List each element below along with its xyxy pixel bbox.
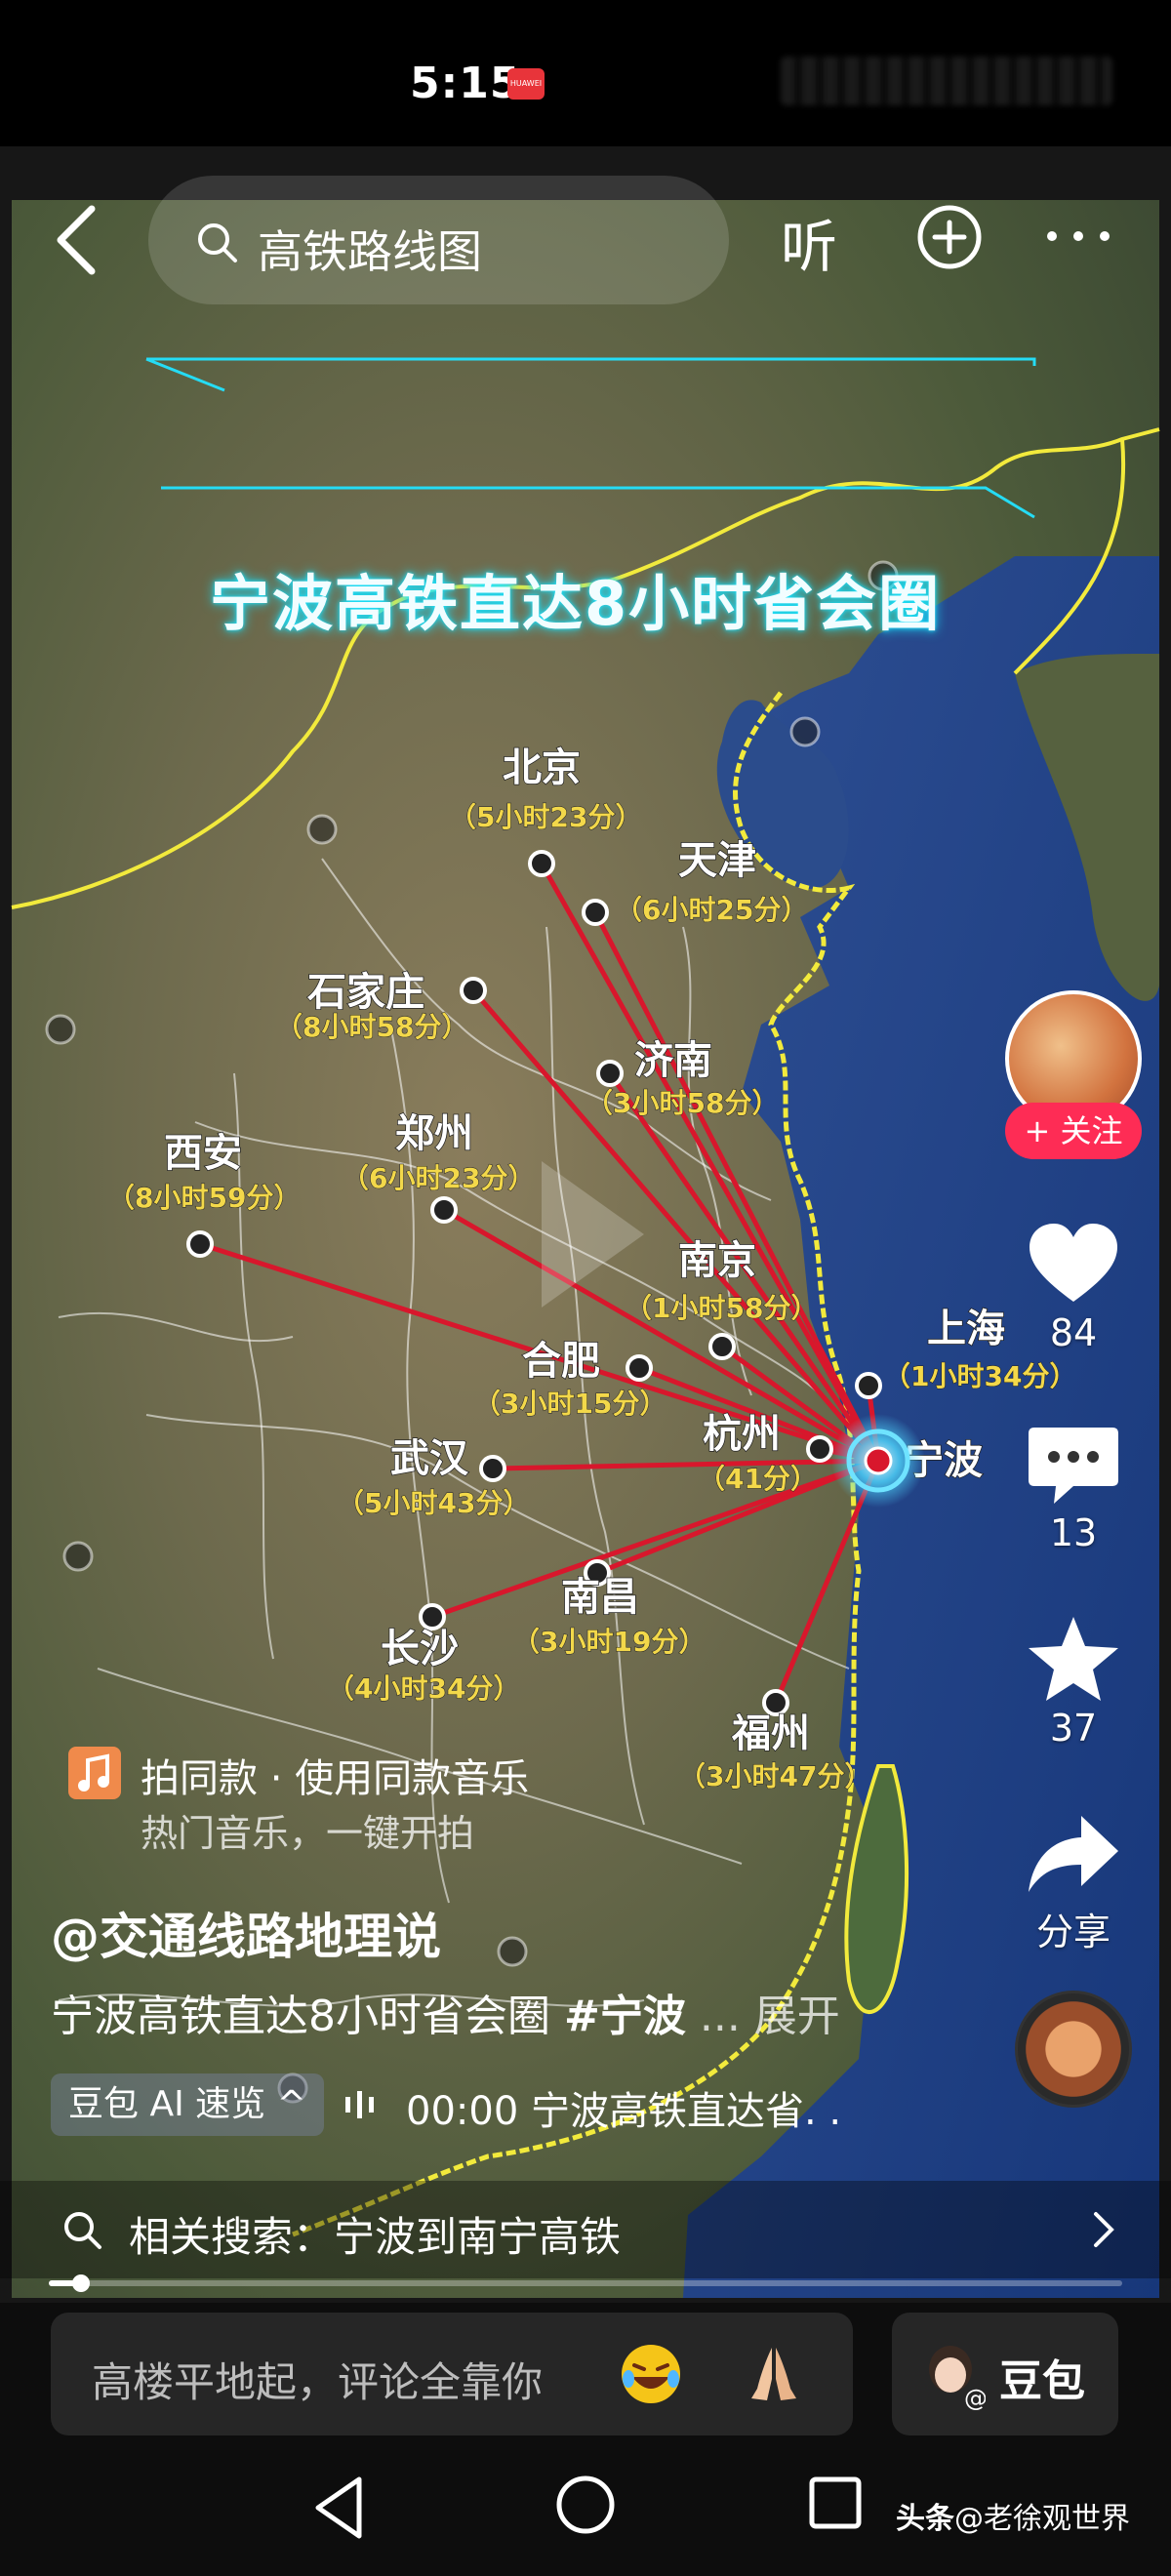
nav-back-icon[interactable] (310, 2474, 369, 2542)
city-name: 武汉 (390, 1436, 469, 1481)
city-marker (855, 1372, 882, 1399)
city-marker (708, 1333, 736, 1360)
comment-placeholder: 高楼平地起，评论全靠你 (92, 2358, 544, 2406)
bottom-area: 高楼平地起，评论全靠你 @ 豆包 头条@老徐观世界 (0, 2303, 1171, 2576)
city-marker (528, 850, 555, 877)
video-progress-bar[interactable] (49, 2274, 1122, 2292)
chevron-right-icon (1094, 2212, 1114, 2247)
progress-knob[interactable] (72, 2274, 90, 2292)
city-marker (460, 977, 487, 1004)
svg-text:@: @ (964, 2385, 986, 2410)
praying-hands-emoji-icon[interactable] (740, 2340, 808, 2408)
status-icons (781, 57, 1112, 105)
related-search-bar[interactable]: 相关搜索：宁波到南宁高铁 (0, 2181, 1171, 2278)
music-disc-icon[interactable] (1015, 1991, 1132, 2108)
comment-bubble-icon (1029, 1428, 1118, 1504)
laughing-emoji-icon[interactable] (617, 2340, 685, 2408)
city-marker (596, 1060, 624, 1087)
favorite-count: 37 (1049, 1707, 1098, 1750)
doubao-assistant-button[interactable]: @ 豆包 (892, 2313, 1118, 2435)
favorite-button[interactable]: 37 (995, 1615, 1151, 1750)
travel-time-label: （3小时58分） (586, 1087, 779, 1119)
heart-icon (1030, 1224, 1117, 1302)
travel-time-label: （41分） (698, 1463, 818, 1495)
city-name: 石家庄 (307, 970, 424, 1015)
same-music-title: 拍同款 · 使用同款音乐 (141, 1756, 530, 1801)
status-bar: 5:15 HUAWEI (0, 0, 1171, 146)
city-marker (626, 1354, 653, 1382)
comment-count: 13 (1049, 1511, 1098, 1554)
city-name: 上海 (927, 1307, 1005, 1351)
listen-button[interactable]: 听 (781, 201, 837, 283)
city-name: 南京 (678, 1238, 756, 1283)
back-arrow-icon[interactable] (49, 201, 107, 279)
city-marker (582, 899, 609, 926)
travel-time-label: （8小时59分） (107, 1182, 301, 1214)
author-name[interactable]: @交通线路地理说 (51, 1898, 441, 1968)
search-icon (198, 223, 237, 262)
comment-button[interactable]: 13 (995, 1420, 1151, 1554)
city-marker (479, 1455, 506, 1482)
travel-time-label: （3小时19分） (512, 1626, 706, 1658)
share-label: 分享 (1035, 1911, 1110, 1953)
hashtag-link[interactable]: #宁波 (564, 1992, 686, 2041)
post-description[interactable]: 宁波高铁直达8小时省会圈 #宁波 ... 展开 (51, 1981, 840, 2043)
add-circle-icon[interactable] (915, 203, 984, 271)
share-button[interactable]: 分享 (995, 1810, 1151, 1955)
ai-summary-text: 00:00 宁波高铁直达省. . (406, 2089, 842, 2134)
top-bar: 高铁路线图 听 (0, 166, 1171, 312)
ai-summary-chip[interactable]: 豆包 AI 速览 ^ (51, 2073, 324, 2136)
travel-time-label: （8小时58分） (275, 1011, 468, 1043)
city-name: 长沙 (381, 1627, 459, 1671)
city-name: 西安 (164, 1131, 242, 1176)
expand-link[interactable]: ... 展开 (686, 1992, 840, 2041)
travel-time-label: （1小时34分） (883, 1360, 1076, 1392)
city-name: 合肥 (522, 1339, 600, 1384)
watermark-handle: @老徐观世界 (954, 2502, 1130, 2536)
star-icon (1029, 1617, 1118, 1701)
doubao-avatar-icon: @ (929, 2346, 986, 2410)
city-name: 南昌 (561, 1575, 639, 1620)
city-marker (806, 1435, 833, 1463)
travel-time-label: （4小时34分） (327, 1672, 520, 1705)
city-name: 杭州 (703, 1412, 781, 1457)
city-name: 济南 (634, 1038, 712, 1083)
nav-recents-icon[interactable] (808, 2475, 863, 2530)
watermark: 头条@老徐观世界 (896, 2494, 1130, 2537)
same-music-subtitle: 热门音乐，一键开拍 (141, 1812, 475, 1855)
city-marker (430, 1196, 458, 1224)
watermark-brand: 头条 (896, 2502, 954, 2536)
follow-button[interactable]: + 关注 (1005, 1103, 1142, 1159)
city-name: 北京 (503, 745, 581, 790)
more-dots-icon[interactable] (1044, 226, 1112, 246)
status-time: 5:15 (410, 59, 521, 108)
city-name: 天津 (678, 838, 756, 883)
city-name: 福州 (731, 1711, 810, 1756)
city-name: 郑州 (395, 1111, 473, 1156)
search-bar[interactable]: 高铁路线图 (148, 176, 729, 304)
audio-wave-icon (345, 2091, 374, 2118)
travel-time-label: （6小时23分） (342, 1162, 535, 1194)
video-title: 宁波高铁直达8小时省会圈 (210, 568, 942, 639)
travel-time-label: （6小时25分） (615, 894, 808, 926)
travel-time-label: （1小时58分） (625, 1292, 818, 1324)
travel-time-label: （3小时15分） (473, 1388, 666, 1420)
like-button[interactable]: 84 (995, 1220, 1151, 1354)
related-search-text: 相关搜索：宁波到南宁高铁 (129, 2213, 622, 2261)
doubao-label: 豆包 (999, 2356, 1085, 2406)
huawei-badge-icon: HUAWEI (507, 68, 545, 100)
desc-text: 宁波高铁直达8小时省会圈 (51, 1992, 564, 2041)
search-icon (64, 2212, 101, 2249)
like-count: 84 (1049, 1311, 1098, 1354)
share-arrow-icon (1029, 1816, 1118, 1892)
travel-time-label: （3小时47分） (678, 1760, 871, 1792)
search-query: 高铁路线图 (258, 225, 482, 278)
travel-time-label: （5小时43分） (337, 1487, 530, 1519)
nav-home-icon[interactable] (554, 2474, 617, 2536)
music-note-icon (68, 1747, 121, 1799)
travel-time-label: （5小时23分） (449, 801, 642, 833)
city-marker (419, 1603, 446, 1630)
city-marker (186, 1230, 214, 1258)
comment-input[interactable]: 高楼平地起，评论全靠你 (51, 2313, 853, 2435)
